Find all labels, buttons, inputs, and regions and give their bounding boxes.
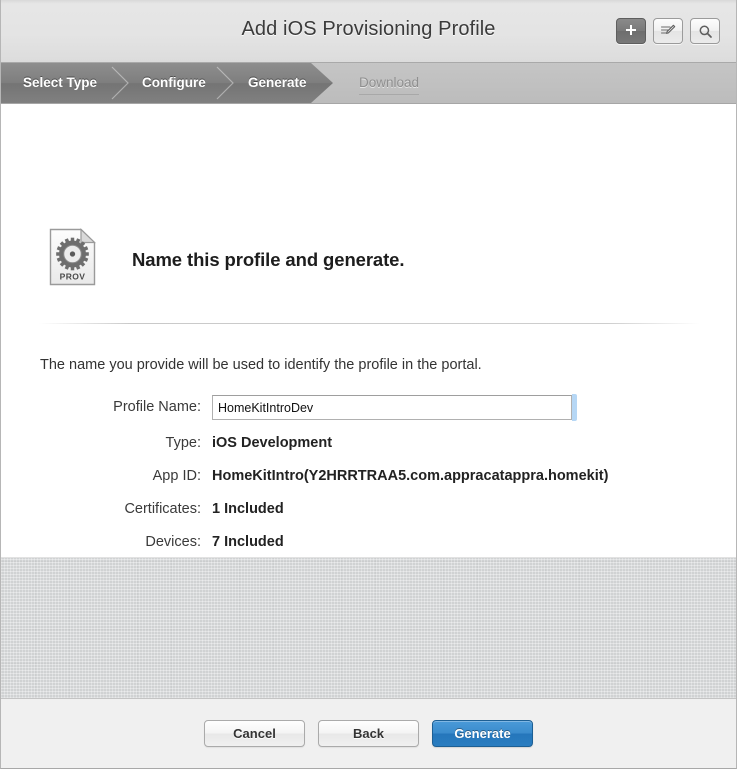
wizard-step-bar: Select Type Configure Generate Download [1, 63, 736, 104]
dialog-footer: Cancel Back Generate [1, 698, 736, 768]
form-row-devices: Devices: 7 Included [1, 534, 736, 557]
lead-description: The name you provide will be used to ide… [40, 357, 482, 373]
generate-button[interactable]: Generate [432, 720, 533, 747]
value-app-id: HomeKitIntro(Y2HRRTRAA5.com.appracatappr… [212, 468, 609, 484]
label-type: Type: [165, 435, 201, 451]
provisioning-profile-icon: PROV [49, 228, 96, 286]
value-devices: 7 Included [212, 534, 284, 550]
window-titlebar: Add iOS Provisioning Profile [1, 0, 736, 63]
edit-button[interactable] [653, 18, 683, 44]
value-certificates: 1 Included [212, 501, 284, 517]
add-button[interactable] [616, 18, 646, 44]
plus-icon [624, 24, 638, 38]
input-focus-ring [572, 394, 577, 421]
profile-name-input[interactable] [212, 395, 572, 420]
step-generate[interactable]: Generate [248, 63, 307, 103]
step-select-type[interactable]: Select Type [23, 63, 97, 103]
form-row-type: Type: iOS Development [1, 435, 736, 463]
content-area: PROV Name this profile and generate. The… [1, 104, 736, 557]
label-certificates: Certificates: [124, 501, 201, 517]
back-button[interactable]: Back [318, 720, 419, 747]
label-profile-name: Profile Name: [113, 399, 201, 415]
page-title: Name this profile and generate. [132, 249, 405, 270]
step-configure[interactable]: Configure [142, 63, 206, 103]
label-devices: Devices: [145, 534, 201, 550]
form-row-app-id: App ID: HomeKitIntro(Y2HRRTRAA5.com.appr… [1, 468, 736, 496]
step-download: Download [359, 72, 420, 95]
add-provisioning-profile-window: Add iOS Provisioning Profile Select Type… [0, 0, 737, 769]
search-button[interactable] [690, 18, 720, 44]
label-app-id: App ID: [152, 468, 201, 484]
compose-icon [660, 24, 676, 38]
section-divider [39, 323, 700, 324]
svg-text:PROV: PROV [60, 272, 86, 282]
linen-background-panel [1, 557, 736, 698]
cancel-button[interactable]: Cancel [204, 720, 305, 747]
search-icon [698, 24, 713, 39]
form-row-certificates: Certificates: 1 Included [1, 501, 736, 529]
toolbar [616, 18, 720, 44]
value-type: iOS Development [212, 435, 333, 451]
